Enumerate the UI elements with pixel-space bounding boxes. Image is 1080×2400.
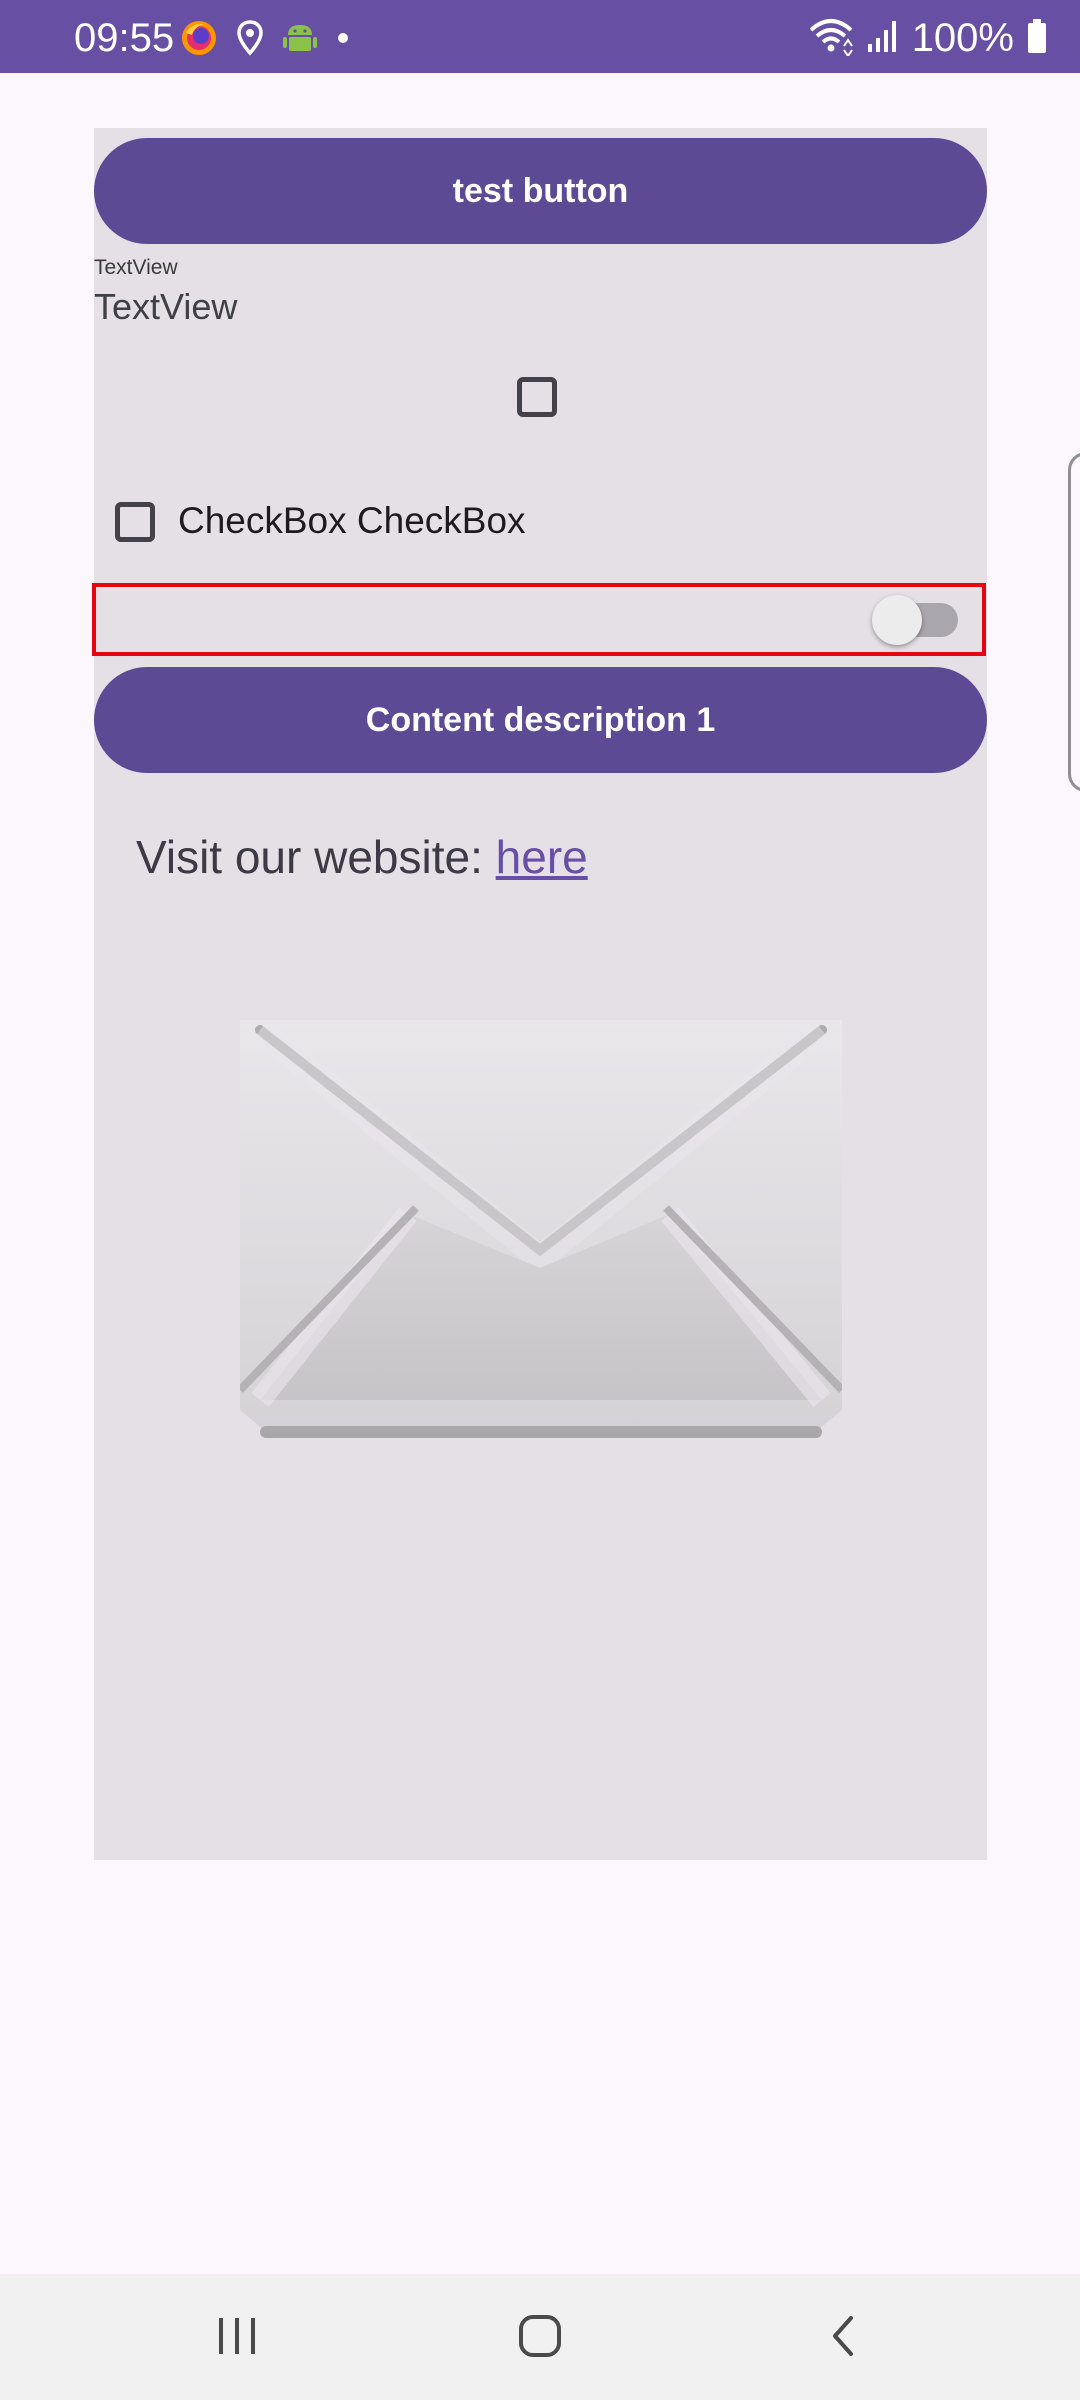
content-description-button[interactable]: Content description 1 bbox=[94, 667, 987, 773]
battery-percent: 100% bbox=[911, 16, 1014, 60]
checkbox-labeled[interactable] bbox=[115, 502, 155, 542]
navigation-bar bbox=[0, 2274, 1080, 2400]
status-bar: 09:55 100% bbox=[0, 0, 1080, 73]
android-icon bbox=[282, 20, 318, 61]
switch-thumb[interactable] bbox=[872, 595, 922, 645]
edge-panel-handle[interactable] bbox=[1068, 452, 1080, 792]
checkbox-label[interactable]: CheckBox CheckBox bbox=[178, 500, 526, 542]
checkbox-unlabeled[interactable] bbox=[517, 377, 557, 417]
textview-small: TextView bbox=[94, 256, 178, 279]
dot-icon bbox=[336, 31, 350, 50]
status-system-icons: 100% bbox=[808, 16, 1048, 60]
test-button[interactable]: test button bbox=[94, 138, 987, 244]
status-notification-icons bbox=[180, 19, 350, 62]
back-button[interactable] bbox=[743, 2274, 943, 2400]
back-icon bbox=[823, 2312, 863, 2363]
home-icon bbox=[516, 2312, 564, 2363]
firefox-icon bbox=[180, 19, 218, 62]
status-time: 09:55 bbox=[74, 16, 175, 60]
home-button[interactable] bbox=[440, 2274, 640, 2400]
envelope-icon bbox=[237, 1019, 845, 1450]
recent-apps-icon bbox=[215, 2314, 259, 2361]
website-link[interactable]: here bbox=[496, 831, 588, 883]
visit-prefix: Visit our website: bbox=[136, 831, 496, 883]
battery-icon bbox=[1026, 18, 1048, 59]
wifi-icon bbox=[808, 16, 854, 61]
signal-icon bbox=[866, 18, 900, 59]
switch-row[interactable] bbox=[94, 587, 987, 653]
recent-apps-button[interactable] bbox=[137, 2274, 337, 2400]
textview-large: TextView bbox=[94, 286, 238, 327]
location-icon bbox=[236, 19, 264, 62]
visit-website-text: Visit our website: here bbox=[136, 830, 588, 884]
